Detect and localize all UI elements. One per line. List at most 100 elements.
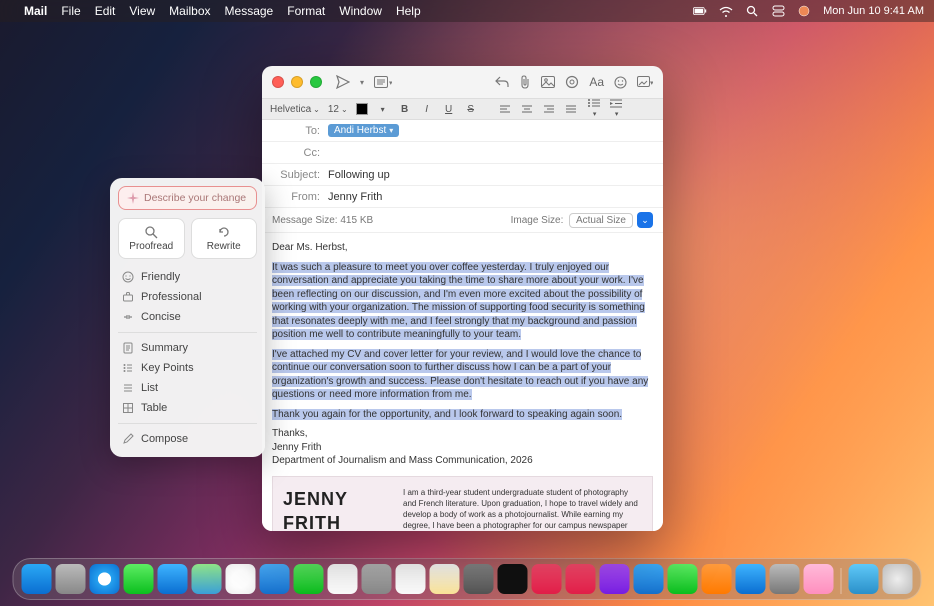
dock-contacts[interactable] <box>362 564 392 594</box>
to-label: To: <box>272 125 328 137</box>
professional-item[interactable]: Professional <box>118 287 257 307</box>
dock-news[interactable] <box>566 564 596 594</box>
image-size-dropdown-icon[interactable]: ⌄ <box>637 212 653 228</box>
battery-icon[interactable] <box>693 4 707 18</box>
compose-item[interactable]: Compose <box>118 429 257 449</box>
resume-name-last: FRITH <box>283 511 383 531</box>
siri-icon[interactable] <box>797 4 811 18</box>
dock-appstore[interactable] <box>736 564 766 594</box>
dock-settings[interactable] <box>770 564 800 594</box>
media-browser-icon[interactable]: ▾ <box>637 76 653 88</box>
reply-icon[interactable] <box>495 76 509 88</box>
rewrite-button[interactable]: Rewrite <box>191 218 258 259</box>
dock-reminders[interactable] <box>396 564 426 594</box>
message-body[interactable]: Dear Ms. Herbst, It was such a pleasure … <box>262 233 663 531</box>
underline-icon[interactable]: U <box>442 104 456 115</box>
proofread-button[interactable]: Proofread <box>118 218 185 259</box>
image-size-select[interactable]: Actual Size <box>569 213 633 228</box>
body-p3: Thank you again for the opportunity, and… <box>272 409 622 420</box>
text-color-dropdown[interactable]: ▾ <box>376 105 390 114</box>
summary-item[interactable]: Summary <box>118 338 257 358</box>
bullets-icon <box>122 362 134 374</box>
dock-downloads[interactable] <box>849 564 879 594</box>
dock-launchpad[interactable] <box>56 564 86 594</box>
menu-format[interactable]: Format <box>287 4 325 18</box>
bold-icon[interactable]: B <box>398 104 412 115</box>
body-sign2: Jenny Frith <box>272 441 653 455</box>
strike-icon[interactable]: S <box>464 104 478 115</box>
emoji-icon[interactable] <box>614 76 627 89</box>
zoom-button[interactable] <box>310 76 322 88</box>
photo-icon[interactable] <box>541 76 555 88</box>
resume-attachment[interactable]: JENNY FRITH EDUCATION Expected June 2024… <box>272 476 653 532</box>
table-item[interactable]: Table <box>118 398 257 418</box>
dock-books[interactable] <box>464 564 494 594</box>
app-menu[interactable]: Mail <box>24 4 47 18</box>
dock-numbers[interactable] <box>668 564 698 594</box>
dock-messages[interactable] <box>124 564 154 594</box>
menu-edit[interactable]: Edit <box>95 4 116 18</box>
from-label: From: <box>272 191 328 203</box>
dock-podcasts[interactable] <box>600 564 630 594</box>
font-family-select[interactable]: Helvetica⌄ <box>270 104 320 115</box>
send-dropdown-icon[interactable]: ▾ <box>360 78 364 87</box>
dock-finder[interactable] <box>22 564 52 594</box>
dock-calendar[interactable] <box>328 564 358 594</box>
dock-notes[interactable] <box>430 564 460 594</box>
to-field[interactable]: Andi Herbst <box>328 124 653 137</box>
close-button[interactable] <box>272 76 284 88</box>
attach-icon[interactable] <box>519 75 531 89</box>
menu-file[interactable]: File <box>61 4 80 18</box>
send-icon[interactable] <box>336 75 350 89</box>
to-token[interactable]: Andi Herbst <box>328 124 399 137</box>
dock-safari[interactable] <box>90 564 120 594</box>
dock-tv[interactable] <box>498 564 528 594</box>
keypoints-item[interactable]: Key Points <box>118 358 257 378</box>
dock-facetime[interactable] <box>294 564 324 594</box>
align-right-icon[interactable] <box>544 105 558 114</box>
minimize-button[interactable] <box>291 76 303 88</box>
align-justify-icon[interactable] <box>566 105 580 114</box>
dock-mail[interactable] <box>158 564 188 594</box>
align-center-icon[interactable] <box>522 105 536 114</box>
control-center-icon[interactable] <box>771 4 785 18</box>
dock-journal[interactable] <box>804 564 834 594</box>
menubar-datetime[interactable]: Mon Jun 10 9:41 AM <box>823 5 924 17</box>
italic-icon[interactable]: I <box>420 104 434 115</box>
dock-photos[interactable] <box>226 564 256 594</box>
dock-freeform[interactable] <box>634 564 664 594</box>
describe-change-input[interactable]: Describe your change <box>118 186 257 210</box>
describe-change-placeholder: Describe your change <box>144 192 246 204</box>
subject-field[interactable]: Following up <box>328 169 653 181</box>
menu-mailbox[interactable]: Mailbox <box>169 4 210 18</box>
menubar: Mail File Edit View Mailbox Message Form… <box>0 0 934 22</box>
wifi-icon[interactable] <box>719 4 733 18</box>
menu-help[interactable]: Help <box>396 4 421 18</box>
dock-music[interactable] <box>532 564 562 594</box>
dock-maps[interactable] <box>192 564 222 594</box>
header-fields-icon[interactable]: ▾ <box>374 76 392 88</box>
from-field[interactable]: Jenny Frith <box>328 191 653 203</box>
friendly-item[interactable]: Friendly <box>118 267 257 287</box>
menu-window[interactable]: Window <box>339 4 382 18</box>
menu-message[interactable]: Message <box>225 4 274 18</box>
cc-label: Cc: <box>272 147 328 159</box>
subject-label: Subject: <box>272 169 328 181</box>
list-icon[interactable]: ▾ <box>588 99 602 119</box>
writing-tools-icon[interactable] <box>565 75 579 89</box>
concise-item[interactable]: Concise <box>118 307 257 327</box>
search-icon[interactable] <box>745 4 759 18</box>
format-text-icon[interactable]: Aa <box>589 75 604 89</box>
titlebar[interactable]: ▾ ▾ Aa ▾ <box>262 66 663 98</box>
text-color-swatch[interactable] <box>356 103 368 115</box>
dock-weather[interactable] <box>260 564 290 594</box>
dock-pages[interactable] <box>702 564 732 594</box>
align-left-icon[interactable] <box>500 105 514 114</box>
dock-trash[interactable] <box>883 564 913 594</box>
font-size-select[interactable]: 12⌄ <box>328 104 348 115</box>
menu-view[interactable]: View <box>129 4 155 18</box>
list-item[interactable]: List <box>118 378 257 398</box>
body-sign1: Thanks, <box>272 427 653 441</box>
indent-icon[interactable]: ▾ <box>610 99 624 119</box>
message-size-value: 415 KB <box>340 215 373 226</box>
